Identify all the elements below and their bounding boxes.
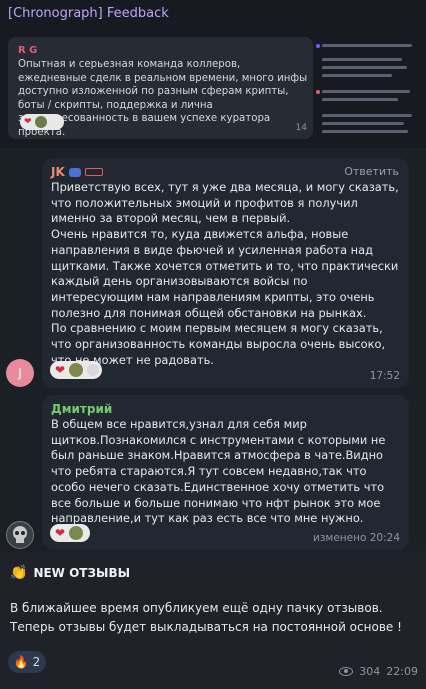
embedded-message-time: 14 [295,123,307,133]
avatar [69,526,84,540]
heart-icon: ❤ [55,526,66,540]
avatar [34,116,47,128]
text-line [322,66,407,69]
text-line [322,58,402,61]
message-header: Дмитрий [51,402,112,416]
post-header: 👏 NEW ОТЗЫВЫ [10,565,130,581]
embedded-sender-name: R G [18,45,38,56]
bullet-icon [316,90,320,94]
text-line [322,130,408,133]
reaction-count: 2 [32,655,41,669]
message-time: 17:52 [369,370,400,382]
avatar[interactable]: J [6,359,34,387]
heart-icon: ❤ [24,116,32,127]
text-line [322,44,412,47]
text-line [322,90,410,93]
avatar[interactable] [6,521,34,549]
skull-icon [13,526,27,543]
bullet-icon [316,44,320,48]
avatar [69,363,84,377]
cap-emoji-icon [68,167,81,177]
post-meta: 304 22:09 [339,665,418,678]
embedded-reactions: ❤ [20,114,64,130]
eye-icon [339,667,354,676]
embedded-chat-title: [Chronograph] Feedback [8,6,169,21]
text-line [322,114,412,117]
embedded-side-messages [316,30,426,148]
message-bubble[interactable]: JK Ответить Приветствую всех, тут я уже … [42,158,409,388]
message-text: В общем все нравится,узнал для себя мир … [51,417,386,526]
fire-reaction[interactable]: 🔥 2 [8,651,46,673]
text-line [322,122,404,125]
message-header: JK [51,165,103,179]
post-title: NEW ОТЗЫВЫ [33,566,131,580]
channel-post: 👏 NEW ОТЗЫВЫ В ближайшее время опубликуе… [0,555,426,689]
message-time: изменено 20:24 [313,532,400,544]
clapping-hands-icon: 👏 [10,565,28,581]
sender-name[interactable]: Дмитрий [51,402,112,416]
message-bubble[interactable]: Дмитрий В общем все нравится,узнал для с… [42,395,409,550]
avatar [87,364,100,376]
reaction-chip[interactable]: ❤ [50,524,90,542]
tag-badge-icon [84,168,103,176]
post-body: В ближайшее время опубликуем ещё одну па… [10,601,402,634]
fire-icon: 🔥 [13,655,29,669]
embedded-message-bubble: R G Опытная и серьезная команда коллеров… [8,37,313,139]
post-time: 22:09 [386,665,418,678]
sender-name[interactable]: JK [51,165,65,179]
heart-icon: ❤ [55,363,66,377]
embedded-screenshot: [Chronograph] Feedback R G Опытная и сер… [0,0,426,148]
view-count: 304 [359,665,381,678]
reaction-chip[interactable]: ❤ [50,361,102,379]
reply-button[interactable]: Ответить [344,165,399,178]
text-line [322,74,392,77]
message-text: Приветствую всех, тут я уже два месяца, … [51,180,399,367]
text-line [322,98,398,101]
